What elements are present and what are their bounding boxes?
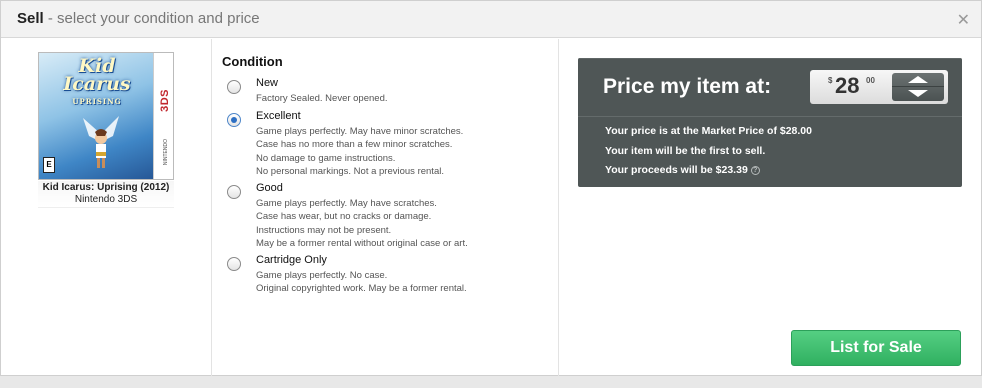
condition-name: New bbox=[256, 77, 279, 89]
radio-cartridge-only[interactable] bbox=[227, 257, 241, 271]
cover-platform: 3DS bbox=[159, 89, 171, 112]
price-value[interactable]: $ 28 00 bbox=[816, 73, 890, 101]
condition-description: Factory Sealed. Never opened. bbox=[256, 92, 388, 105]
currency-symbol: $ bbox=[828, 76, 833, 85]
description-line: Factory Sealed. Never opened. bbox=[256, 93, 388, 104]
proceeds-row: Your proceeds will be $23.39? bbox=[605, 164, 760, 176]
arrow-down-icon bbox=[908, 90, 928, 97]
condition-option-excellent[interactable]: Excellent Game plays perfectly. May have… bbox=[227, 110, 547, 180]
condition-name: Good bbox=[256, 182, 283, 194]
condition-heading: Condition bbox=[222, 54, 283, 69]
condition-name: Excellent bbox=[256, 110, 301, 122]
description-line: Original copyrighted work. May be a form… bbox=[256, 283, 467, 295]
price-decrease-button[interactable] bbox=[892, 87, 944, 101]
price-cents: 00 bbox=[866, 76, 875, 85]
price-label: Price my item at: bbox=[603, 75, 772, 98]
description-line: Game plays perfectly. No case. bbox=[256, 270, 388, 281]
price-input[interactable]: $ 28 00 bbox=[810, 70, 948, 104]
condition-description: Game plays perfectly. No case. Original … bbox=[256, 269, 467, 296]
price-divider bbox=[578, 116, 962, 117]
cover-brand: NINTENDO bbox=[163, 139, 169, 166]
price-panel: Price my item at: $ 28 00 Your price is … bbox=[578, 58, 962, 187]
cover-character-art bbox=[83, 116, 119, 168]
radio-good[interactable] bbox=[227, 185, 241, 199]
esrb-rating-badge: E bbox=[43, 157, 55, 173]
condition-option-cartridge-only[interactable]: Cartridge Only Game plays perfectly. No … bbox=[227, 254, 547, 298]
description-line: Game plays perfectly. May have minor scr… bbox=[256, 126, 464, 137]
condition-description: Game plays perfectly. May have minor scr… bbox=[256, 125, 463, 178]
cover-logo: Kid Icarus UPRISING bbox=[43, 55, 151, 107]
description-line: Game plays perfectly. May have scratches… bbox=[256, 198, 437, 209]
radio-excellent[interactable] bbox=[227, 113, 241, 127]
column-divider bbox=[558, 39, 559, 377]
price-stepper[interactable] bbox=[892, 73, 944, 101]
sell-dialog: Sell - select your condition and price ✕… bbox=[0, 0, 982, 377]
market-price-text: Your price is at the Market Price of $28… bbox=[605, 125, 812, 137]
cover-logo-text: Kid Icarus bbox=[63, 55, 131, 95]
condition-option-good[interactable]: Good Game plays perfectly. May have scra… bbox=[227, 182, 547, 252]
description-line: No personal markings. Not a previous ren… bbox=[256, 165, 444, 177]
product-cover-image: Kid Icarus UPRISING 3DS NINTENDO E bbox=[38, 52, 174, 180]
first-to-sell-text: Your item will be the first to sell. bbox=[605, 145, 766, 157]
condition-option-new[interactable]: New Factory Sealed. Never opened. bbox=[227, 77, 547, 107]
help-icon[interactable]: ? bbox=[750, 166, 760, 175]
dialog-header: Sell - select your condition and price ✕ bbox=[1, 1, 981, 38]
column-divider bbox=[211, 39, 212, 377]
dialog-title-rest: - select your condition and price bbox=[43, 10, 260, 27]
description-line: Case has no more than a few minor scratc… bbox=[256, 139, 453, 151]
dialog-title-strong: Sell bbox=[17, 10, 44, 27]
description-line: May be a former rental without original … bbox=[256, 237, 468, 249]
condition-name: Cartridge Only bbox=[256, 254, 327, 266]
price-increase-button[interactable] bbox=[892, 73, 944, 87]
close-icon[interactable]: ✕ bbox=[957, 10, 970, 30]
description-line: Instructions may not be present. bbox=[256, 224, 392, 236]
description-line: Case has wear, but no cracks or damage. bbox=[256, 211, 432, 223]
arrow-up-icon bbox=[908, 76, 928, 83]
dialog-title: Sell - select your condition and price bbox=[17, 10, 260, 27]
proceeds-text: Your proceeds will be $23.39 bbox=[605, 164, 748, 176]
condition-description: Game plays perfectly. May have scratches… bbox=[256, 197, 468, 250]
page-background-strip bbox=[0, 376, 982, 388]
radio-new[interactable] bbox=[227, 80, 241, 94]
product-platform: Nintendo 3DS bbox=[74, 194, 138, 205]
description-line: No damage to game instructions. bbox=[256, 152, 396, 164]
price-dollars: 28 bbox=[835, 73, 860, 98]
list-for-sale-button[interactable]: List for Sale bbox=[791, 330, 961, 366]
product-title: Kid Icarus: Uprising (2012) bbox=[42, 182, 170, 193]
